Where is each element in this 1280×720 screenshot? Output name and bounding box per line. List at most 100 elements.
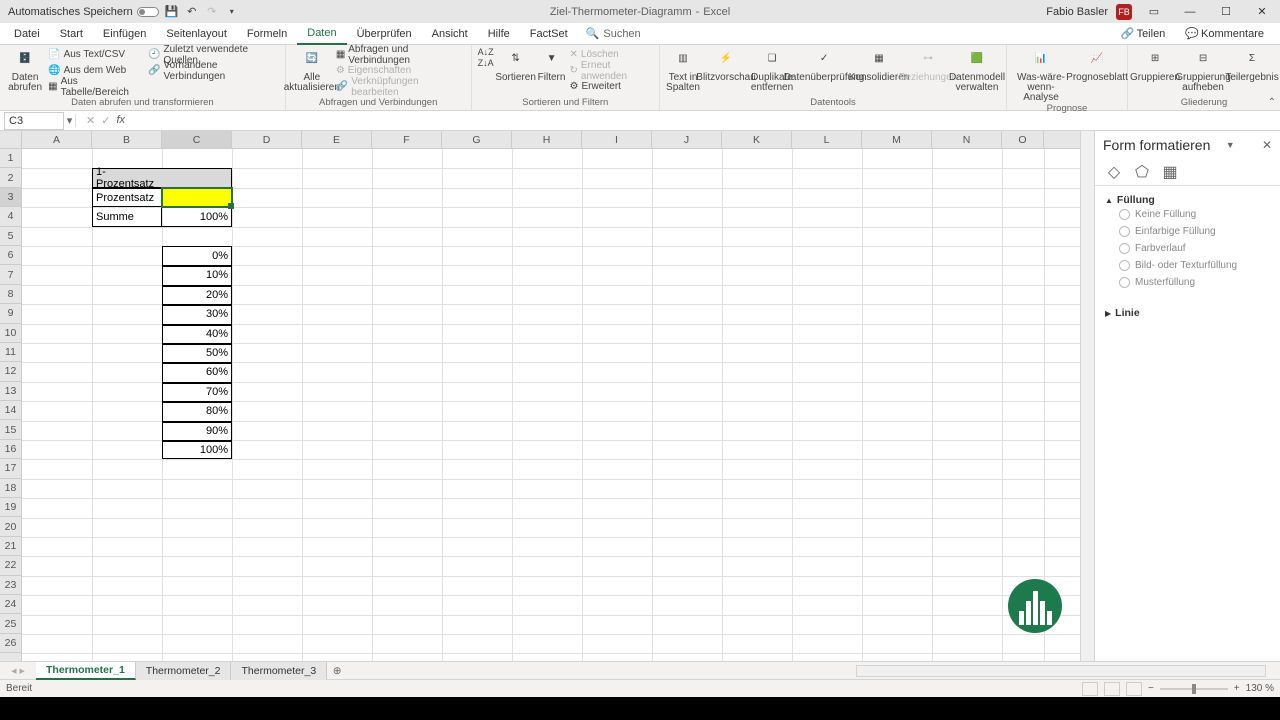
row-header-23[interactable]: 23 — [0, 576, 21, 595]
cell-c15[interactable]: 90% — [163, 422, 231, 440]
cell-c9[interactable]: 30% — [163, 305, 231, 323]
normal-view-button[interactable] — [1082, 682, 1098, 696]
row-header-19[interactable]: 19 — [0, 498, 21, 517]
toggle-off-icon[interactable] — [137, 7, 159, 17]
row-header-12[interactable]: 12 — [0, 362, 21, 381]
fill-picture-radio[interactable]: Bild- oder Texturfüllung — [1105, 257, 1270, 274]
row-header-17[interactable]: 17 — [0, 459, 21, 478]
tab-factset[interactable]: FactSet — [520, 23, 578, 45]
alle-aktualisieren-button[interactable]: 🔄 Alle aktualisieren — [292, 47, 332, 93]
page-break-view-button[interactable] — [1126, 682, 1142, 696]
zoom-slider[interactable] — [1160, 688, 1228, 690]
duplikate-entfernen-button[interactable]: ❏Duplikate entfernen — [752, 47, 792, 93]
row-header-3[interactable]: 3 — [0, 188, 21, 207]
col-header-j[interactable]: J — [652, 131, 722, 148]
fill-none-radio[interactable]: Keine Füllung — [1105, 206, 1270, 223]
blitzvorschau-button[interactable]: ⚡Blitzvorschau — [704, 47, 748, 83]
fill-gradient-radio[interactable]: Farbverlauf — [1105, 240, 1270, 257]
aus-text-csv-button[interactable]: 📄Aus Text/CSV — [48, 47, 144, 62]
zoom-level[interactable]: 130 % — [1246, 683, 1274, 694]
cell-c7[interactable]: 10% — [163, 266, 231, 284]
row-header-4[interactable]: 4 — [0, 207, 21, 226]
search-box[interactable]: 🔍 Suchen — [586, 27, 641, 40]
fx-icon[interactable]: fx — [116, 114, 125, 127]
namebox-dropdown-icon[interactable]: ▾ — [64, 114, 76, 127]
ribbon-options-icon[interactable]: ▭ — [1140, 0, 1168, 23]
tab-einfuegen[interactable]: Einfügen — [93, 23, 156, 45]
vertical-scrollbar[interactable] — [1080, 131, 1094, 661]
row-header-2[interactable]: 2 — [0, 168, 21, 187]
prognoseblatt-button[interactable]: 📈Prognoseblatt — [1073, 47, 1121, 83]
user-name[interactable]: Fabio Basler — [1046, 6, 1108, 18]
tab-start[interactable]: Start — [50, 23, 93, 45]
row-header-25[interactable]: 25 — [0, 614, 21, 633]
undo-icon[interactable]: ↶ — [185, 5, 199, 19]
col-header-l[interactable]: L — [792, 131, 862, 148]
collapse-ribbon-icon[interactable]: ⌃ — [1268, 97, 1276, 108]
cell-b2[interactable]: 1-Prozentsatz — [93, 169, 161, 187]
col-header-k[interactable]: K — [722, 131, 792, 148]
fill-solid-radio[interactable]: Einfarbige Füllung — [1105, 223, 1270, 240]
linie-section[interactable]: ▶Linie — [1105, 307, 1270, 319]
tab-hilfe[interactable]: Hilfe — [478, 23, 520, 45]
cell-c16[interactable]: 100% — [163, 441, 231, 459]
row-header-10[interactable]: 10 — [0, 324, 21, 343]
share-button[interactable]: 🔗Teilen — [1113, 27, 1173, 40]
text-in-spalten-button[interactable]: ▥Text in Spalten — [666, 47, 700, 93]
erweitert-button[interactable]: ⚙Erweitert — [570, 79, 654, 94]
page-layout-view-button[interactable] — [1104, 682, 1120, 696]
tab-ueberpruefen[interactable]: Überprüfen — [347, 23, 422, 45]
col-header-c[interactable]: C — [162, 131, 232, 148]
row-header-21[interactable]: 21 — [0, 537, 21, 556]
redo-icon[interactable]: ↷ — [205, 5, 219, 19]
teilergebnis-button[interactable]: ΣTeilergebnis — [1230, 47, 1274, 83]
fill-pattern-radio[interactable]: Musterfüllung — [1105, 274, 1270, 291]
add-sheet-button[interactable]: ⊕ — [327, 665, 347, 677]
cell-c13[interactable]: 70% — [163, 383, 231, 401]
row-header-11[interactable]: 11 — [0, 343, 21, 362]
row-header-15[interactable]: 15 — [0, 420, 21, 439]
cell-c11[interactable]: 50% — [163, 344, 231, 362]
user-avatar[interactable]: FB — [1116, 4, 1132, 20]
fill-handle[interactable] — [228, 203, 234, 209]
row-header-6[interactable]: 6 — [0, 246, 21, 265]
col-header-i[interactable]: I — [582, 131, 652, 148]
abfragen-verbindungen-button[interactable]: ▦Abfragen und Verbindungen — [336, 47, 465, 62]
was-waere-wenn-button[interactable]: 📊Was-wäre-wenn-Analyse — [1013, 47, 1069, 103]
panel-close-icon[interactable]: ✕ — [1262, 138, 1272, 152]
sort-za-icon[interactable]: Z↓A — [478, 58, 494, 68]
col-header-o[interactable]: O — [1002, 131, 1044, 148]
zoom-out-button[interactable]: − — [1148, 683, 1154, 694]
panel-dropdown-icon[interactable]: ▼ — [1226, 140, 1235, 150]
datenueberpruefung-button[interactable]: ✓Datenüberprüfung — [796, 47, 852, 83]
col-header-a[interactable]: A — [22, 131, 92, 148]
konsolidieren-button[interactable]: ▦Konsolidieren — [856, 47, 902, 83]
minimize-button[interactable]: — — [1176, 0, 1204, 23]
tab-seitenlayout[interactable]: Seitenlayout — [156, 23, 237, 45]
cell-b4[interactable]: Summe — [93, 208, 161, 226]
gruppieren-button[interactable]: ⊞Gruppieren — [1134, 47, 1176, 83]
sheet-tab-1[interactable]: Thermometer_1 — [36, 662, 136, 680]
select-all-corner[interactable] — [0, 131, 22, 149]
close-button[interactable]: ✕ — [1248, 0, 1276, 23]
sort-az-icon[interactable]: A↓Z — [478, 47, 494, 57]
autosave-toggle[interactable]: Automatisches Speichern — [8, 6, 159, 18]
row-header-26[interactable]: 26 — [0, 634, 21, 653]
cell-c14[interactable]: 80% — [163, 402, 231, 420]
fuellung-section[interactable]: ▲Füllung — [1105, 194, 1270, 206]
datenmodell-button[interactable]: 🟩Datenmodell verwalten — [954, 47, 1000, 93]
qat-dropdown-icon[interactable]: ▾ — [225, 5, 239, 19]
zoom-in-button[interactable]: + — [1234, 683, 1240, 694]
maximize-button[interactable]: ☐ — [1212, 0, 1240, 23]
daten-abrufen-button[interactable]: 🗄️ Daten abrufen — [6, 47, 44, 93]
col-header-h[interactable]: H — [512, 131, 582, 148]
row-header-20[interactable]: 20 — [0, 517, 21, 536]
name-box[interactable]: C3 — [4, 112, 64, 130]
row-header-5[interactable]: 5 — [0, 227, 21, 246]
vorhandene-verbindungen-button[interactable]: 🔗Vorhandene Verbindungen — [148, 63, 279, 78]
sheet-tab-3[interactable]: Thermometer_3 — [231, 662, 327, 680]
aus-tabelle-button[interactable]: ▦Aus Tabelle/Bereich — [48, 79, 144, 94]
sortieren-button[interactable]: ⇅ Sortieren — [498, 47, 534, 83]
row-header-22[interactable]: 22 — [0, 556, 21, 575]
size-tab-icon[interactable]: ▦ — [1161, 163, 1179, 181]
